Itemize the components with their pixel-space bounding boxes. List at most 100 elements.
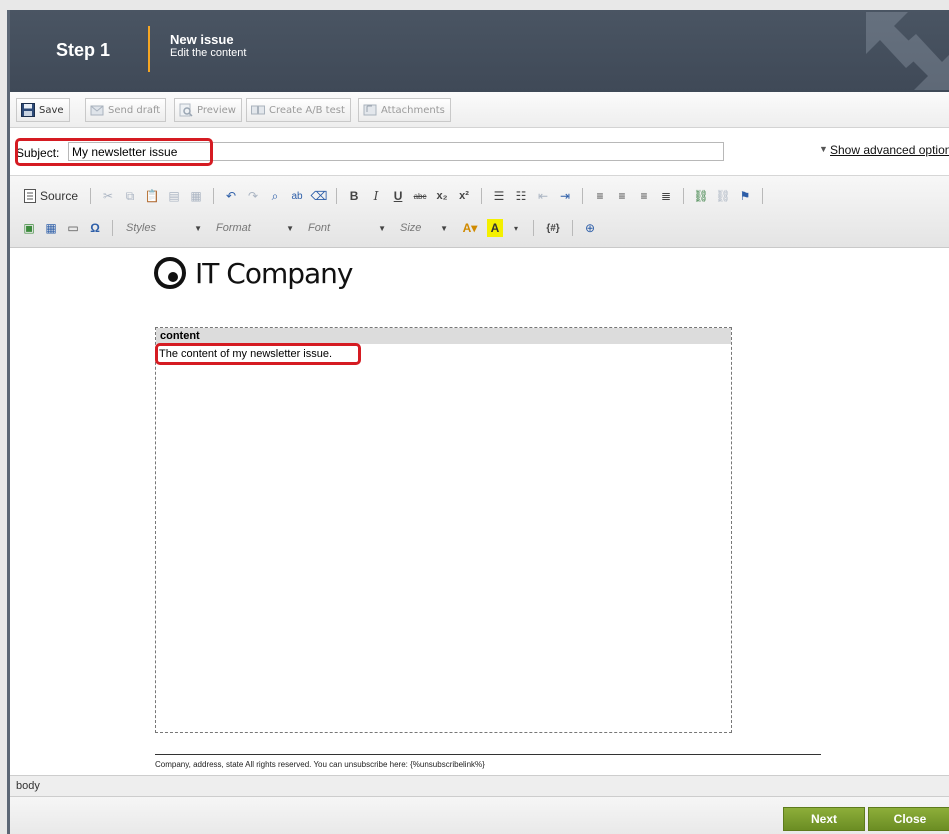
- header-subtitle: Edit the content: [170, 47, 247, 59]
- italic-icon[interactable]: I: [367, 187, 385, 205]
- toolbar-separator: [762, 188, 764, 204]
- region-label: content: [156, 328, 731, 344]
- numbered-list-icon[interactable]: ☰: [490, 187, 508, 205]
- anchor-flag-icon[interactable]: ⚑: [736, 187, 754, 205]
- save-button[interactable]: Save: [16, 98, 70, 122]
- toolbar-separator: [683, 188, 685, 204]
- indent-icon[interactable]: ⇥: [556, 187, 574, 205]
- chevron-down-icon: ▼: [194, 223, 202, 233]
- toolbar-separator: [213, 188, 215, 204]
- align-left-icon[interactable]: ≡: [591, 187, 609, 205]
- format-label: Format: [216, 222, 251, 234]
- bulleted-list-icon[interactable]: ☷: [512, 187, 530, 205]
- link-icon[interactable]: ⛓: [692, 187, 710, 205]
- ab-test-icon: [251, 105, 265, 115]
- logo-text: IT Company: [195, 256, 353, 290]
- toolbar-separator: [533, 220, 534, 236]
- redo-icon[interactable]: ↷: [244, 187, 262, 205]
- attachment-icon: [363, 104, 377, 116]
- toolbar-separator: [90, 188, 92, 204]
- find-icon[interactable]: ⌕: [266, 187, 284, 205]
- subscript-icon[interactable]: x₂: [433, 187, 451, 205]
- header-divider: [148, 26, 150, 72]
- company-logo: IT Company: [153, 256, 353, 290]
- underline-icon[interactable]: U: [389, 187, 407, 205]
- text-color-icon[interactable]: A▾: [457, 219, 483, 237]
- background-color-icon[interactable]: A: [487, 219, 503, 237]
- font-dropdown[interactable]: Font ▼: [303, 218, 391, 238]
- issue-toolbar: Save Send draft Preview Create A/B test: [10, 92, 949, 128]
- paste-text-icon[interactable]: ▤: [165, 187, 183, 205]
- chevron-down-icon: ▼: [440, 223, 448, 233]
- toolbar-separator: [481, 188, 483, 204]
- preview-label: Preview: [197, 104, 236, 116]
- element-path-body[interactable]: body: [16, 780, 40, 792]
- maximize-arrows-icon: [866, 12, 949, 90]
- paste-icon[interactable]: 📋: [143, 187, 161, 205]
- cut-icon[interactable]: ✂: [99, 187, 117, 205]
- header-title: New issue: [170, 32, 234, 47]
- create-ab-test-label: Create A/B test: [269, 104, 345, 116]
- attachments-label: Attachments: [381, 104, 445, 116]
- wizard-footer: Next Close: [10, 797, 949, 834]
- content-editable-region[interactable]: content The content of my newsletter iss…: [155, 327, 732, 733]
- table-icon[interactable]: ▦: [42, 219, 60, 237]
- show-advanced-options-link[interactable]: Show advanced options: [830, 143, 949, 157]
- editor-content-area[interactable]: IT Company content The content of my new…: [10, 248, 949, 775]
- chevron-down-icon: ▼: [286, 223, 294, 233]
- chevron-down-icon: ▼: [378, 223, 386, 233]
- source-label: Source: [40, 189, 79, 203]
- justify-icon[interactable]: ≣: [657, 187, 675, 205]
- size-dropdown[interactable]: Size ▼: [395, 218, 453, 238]
- size-label: Size: [400, 222, 422, 234]
- step-label: Step 1: [56, 40, 111, 60]
- special-char-icon[interactable]: Ω: [86, 219, 104, 237]
- subject-label: Subject:: [16, 146, 60, 160]
- unlink-icon[interactable]: ⛓: [714, 187, 732, 205]
- close-button[interactable]: Close: [868, 807, 949, 831]
- styles-label: Styles: [126, 222, 156, 234]
- chevron-down-icon[interactable]: ▾: [507, 219, 525, 237]
- subject-row: Subject: ▼ Show advanced options: [10, 128, 949, 176]
- widget-icon[interactable]: ⊕: [581, 219, 599, 237]
- floppy-disk-icon: [21, 103, 35, 117]
- create-ab-test-button[interactable]: Create A/B test: [246, 98, 351, 122]
- source-document-icon: [24, 189, 36, 203]
- format-dropdown[interactable]: Format ▼: [211, 218, 299, 238]
- strikethrough-icon[interactable]: abc: [411, 187, 429, 205]
- superscript-icon[interactable]: x²: [455, 187, 473, 205]
- newsletter-issue-dialog: Step 1 New issue Edit the content Save S…: [7, 10, 949, 834]
- eraser-icon[interactable]: ⌫: [310, 187, 328, 205]
- outdent-icon[interactable]: ⇤: [534, 187, 552, 205]
- send-draft-label: Send draft: [108, 104, 161, 116]
- paste-word-icon[interactable]: ▦: [187, 187, 205, 205]
- toolbar-separator: [582, 188, 584, 204]
- attachments-button[interactable]: Attachments: [358, 98, 451, 122]
- macro-button[interactable]: {#}: [542, 219, 564, 237]
- element-path-bar: body: [10, 775, 949, 797]
- magnifier-icon: [179, 103, 193, 117]
- preview-button[interactable]: Preview: [174, 98, 242, 122]
- horizontal-rule-icon[interactable]: ▭: [64, 219, 82, 237]
- toolbar-separator: [572, 220, 573, 236]
- content-paragraph[interactable]: The content of my newsletter issue.: [159, 348, 332, 360]
- align-right-icon[interactable]: ≡: [635, 187, 653, 205]
- newsletter-footer-text: Company, address, state All rights reser…: [155, 760, 485, 769]
- logo-circle-icon: [154, 257, 186, 289]
- align-center-icon[interactable]: ≡: [613, 187, 631, 205]
- toolbar-separator: [112, 220, 113, 236]
- bold-icon[interactable]: B: [345, 187, 363, 205]
- footer-divider: [155, 754, 821, 755]
- image-icon[interactable]: ▣: [20, 219, 38, 237]
- send-draft-button[interactable]: Send draft: [85, 98, 167, 122]
- source-button[interactable]: Source: [20, 189, 82, 203]
- undo-icon[interactable]: ↶: [222, 187, 240, 205]
- wizard-header: Step 1 New issue Edit the content: [10, 10, 949, 92]
- subject-input[interactable]: [68, 142, 724, 161]
- replace-icon[interactable]: ab: [288, 187, 306, 205]
- next-button[interactable]: Next: [783, 807, 865, 831]
- copy-icon[interactable]: ⧉: [121, 187, 139, 205]
- styles-dropdown[interactable]: Styles ▼: [121, 218, 207, 238]
- font-label: Font: [308, 222, 331, 234]
- editor-toolbar-row-1: Source ✂ ⧉ 📋 ▤ ▦ ↶ ↷ ⌕ ab ⌫ B I U abc x₂…: [20, 184, 767, 208]
